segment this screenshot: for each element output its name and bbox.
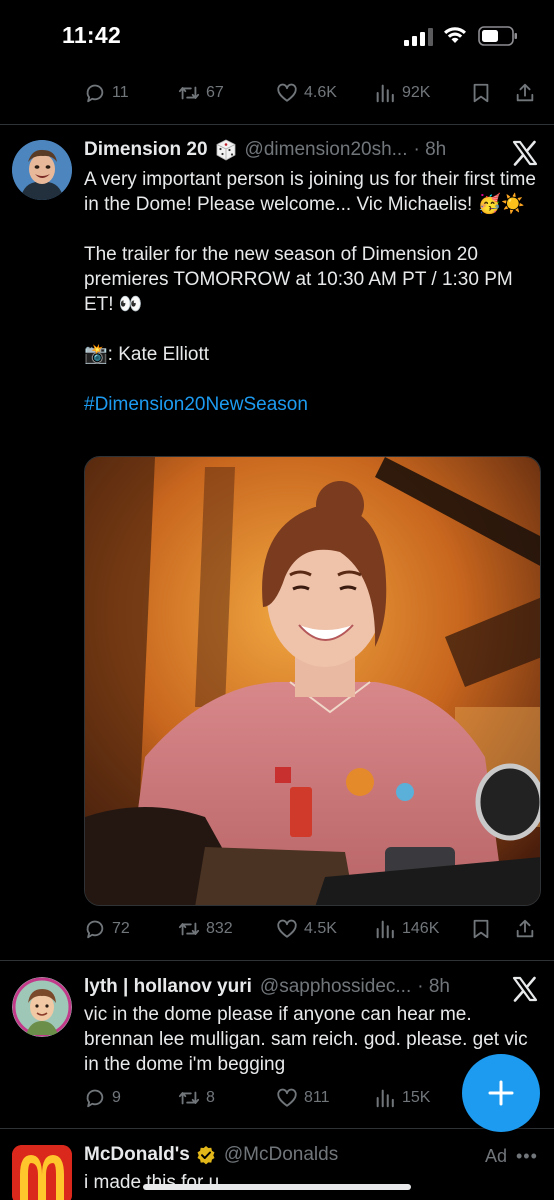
avatar-mcdonalds[interactable] — [12, 1145, 72, 1200]
tweet-time: · 8h — [417, 976, 450, 997]
tweet-header: McDonald's @McDonalds — [84, 1142, 338, 1168]
like-count: 4.6K — [304, 84, 337, 101]
reply-icon — [86, 84, 104, 103]
avatar-image — [12, 977, 72, 1037]
like-button[interactable]: 4.5K — [276, 914, 337, 944]
bookmark-button[interactable] — [470, 914, 492, 944]
repost-count: 8 — [206, 1089, 215, 1106]
tweet-time: · 8h — [413, 139, 447, 160]
bookmark-icon — [473, 919, 489, 939]
reply-icon — [86, 920, 104, 939]
views-count: 146K — [402, 920, 440, 937]
views-count: 15K — [402, 1089, 431, 1106]
wifi-icon — [444, 27, 466, 43]
divider — [0, 124, 554, 125]
hashtag-link[interactable]: #Dimension20NewSeason — [84, 392, 544, 417]
display-name[interactable]: McDonald's — [84, 1144, 190, 1166]
repost-button[interactable]: 832 — [178, 914, 233, 944]
divider — [0, 960, 554, 961]
compose-button[interactable] — [462, 1054, 540, 1132]
repost-count: 67 — [206, 84, 224, 101]
reply-button[interactable]: 11 — [84, 78, 129, 108]
tweet-paragraph-1: A very important person is joining us fo… — [84, 169, 536, 215]
reply-button[interactable]: 72 — [84, 914, 130, 944]
home-indicator[interactable] — [143, 1184, 411, 1190]
like-icon — [277, 919, 297, 938]
bookmark-icon — [473, 83, 489, 103]
previous-tweet-text-fragment — [84, 54, 90, 66]
repost-button[interactable]: 67 — [178, 78, 224, 108]
repost-count: 832 — [206, 920, 233, 937]
tweet-paragraph-2: The trailer for the new season of Dimens… — [84, 244, 513, 315]
ad-label: Ad — [485, 1146, 508, 1166]
share-button[interactable] — [514, 914, 536, 944]
like-count: 811 — [304, 1089, 330, 1106]
like-icon — [277, 1088, 297, 1107]
die-emoji-icon — [216, 139, 235, 161]
repost-button[interactable]: 8 — [178, 1083, 215, 1113]
photo-image — [85, 457, 540, 905]
user-handle[interactable]: @dimension20sh... — [245, 139, 408, 161]
reply-count: 9 — [112, 1089, 121, 1106]
tweet-header: lyth | hollanov yuri @sapphossidec... · … — [84, 974, 450, 1000]
avatar-dimension20[interactable] — [12, 140, 72, 200]
tweet-text: A very important person is joining us fo… — [84, 167, 544, 417]
avatar-image — [12, 140, 72, 200]
previous-tweet-actions: 11 67 4.6K 92K — [84, 78, 544, 108]
x-logo-icon — [512, 976, 538, 1002]
mcdonalds-logo-icon — [12, 1145, 72, 1200]
display-name[interactable]: Dimension 20 — [84, 139, 208, 161]
views-count: 92K — [402, 84, 431, 101]
reply-count: 72 — [112, 920, 130, 937]
like-button[interactable]: 4.6K — [276, 78, 337, 108]
tweet-actions: 72 832 4.5K 146K — [84, 914, 544, 944]
reply-icon — [86, 1089, 104, 1108]
share-button[interactable] — [514, 78, 536, 108]
x-logo-icon — [512, 140, 538, 166]
repost-icon — [178, 922, 200, 936]
battery-icon — [478, 26, 517, 46]
tweet-paragraph-3: 📸: Kate Elliott — [84, 344, 210, 365]
display-name[interactable]: lyth | hollanov yuri — [84, 976, 252, 998]
views-button[interactable]: 92K — [374, 78, 430, 108]
user-handle[interactable]: @sapphossidec... — [260, 976, 411, 998]
like-button[interactable]: 811 — [276, 1083, 330, 1113]
divider — [0, 1128, 554, 1129]
tweet-header: Dimension 20 @dimension20sh... · 8h — [84, 137, 446, 163]
verified-badge-icon — [197, 1146, 215, 1165]
tweet-text: i made this for u — [84, 1172, 220, 1193]
views-button[interactable]: 15K — [374, 1083, 430, 1113]
repost-icon — [178, 1091, 200, 1105]
status-time: 11:42 — [62, 22, 122, 48]
share-icon — [516, 83, 534, 102]
reply-button[interactable]: 9 — [84, 1083, 121, 1113]
views-button[interactable]: 146K — [374, 914, 439, 944]
repost-icon — [178, 86, 200, 100]
like-count: 4.5K — [304, 920, 337, 937]
tweet-photo[interactable] — [84, 456, 541, 906]
more-options-button[interactable]: ••• — [516, 1146, 538, 1167]
like-icon — [277, 83, 297, 102]
cellular-signal-icon — [404, 28, 433, 46]
views-icon — [376, 1089, 394, 1108]
avatar-lyth[interactable] — [12, 977, 72, 1037]
share-icon — [516, 919, 534, 938]
user-handle[interactable]: @McDonalds — [224, 1144, 338, 1166]
bookmark-button[interactable] — [470, 78, 492, 108]
compose-icon — [488, 1080, 514, 1106]
views-icon — [376, 920, 394, 939]
reply-count: 11 — [112, 84, 129, 101]
views-icon — [376, 84, 394, 103]
